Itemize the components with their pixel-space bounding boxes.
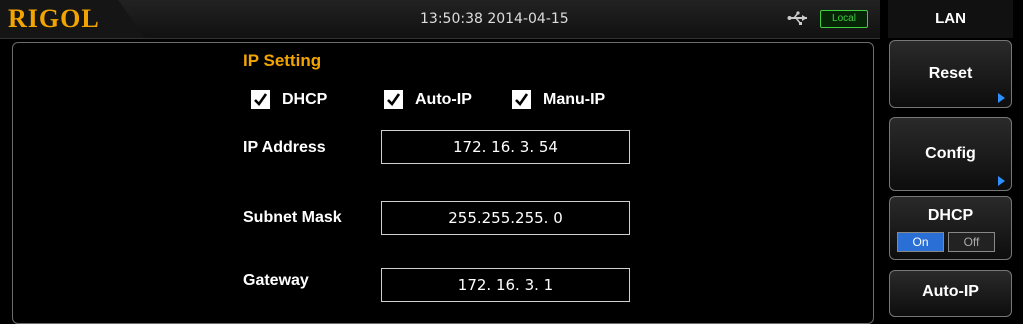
config-label: Config: [925, 145, 976, 162]
reset-softkey[interactable]: Reset: [889, 40, 1012, 108]
manu-ip-checkbox-label: Manu-IP: [543, 90, 606, 108]
dhcp-checkbox-label: DHCP: [282, 90, 328, 108]
ip-address-field[interactable]: 172. 16. 3. 54: [381, 130, 630, 164]
checkbox-checked-icon: [251, 90, 270, 109]
dhcp-toggle[interactable]: On Off: [889, 232, 1007, 252]
menu-title-lan: LAN: [888, 0, 1013, 38]
dhcp-off-option[interactable]: Off: [948, 232, 995, 252]
dhcp-checkbox[interactable]: DHCP: [251, 90, 327, 109]
auto-ip-checkbox[interactable]: Auto-IP: [384, 90, 472, 109]
usb-icon: [787, 9, 809, 27]
local-status-badge: Local: [820, 10, 868, 28]
reset-label: Reset: [928, 65, 973, 82]
ip-setting-title: IP Setting: [243, 51, 322, 70]
submenu-arrow-icon: [998, 176, 1005, 186]
datetime-display: 13:50:38 2014-04-15: [420, 11, 569, 27]
config-softkey[interactable]: Config: [889, 117, 1012, 191]
subnet-mask-field[interactable]: 255.255.255. 0: [381, 201, 630, 235]
auto-ip-softkey[interactable]: Auto-IP: [889, 270, 1012, 317]
manu-ip-checkbox[interactable]: Manu-IP: [512, 90, 605, 109]
auto-ip-checkbox-label: Auto-IP: [415, 90, 472, 108]
top-status-bar: RIGOL 13:50:38 2014-04-15 Local: [0, 0, 880, 39]
rigol-logo: RIGOL: [8, 4, 100, 33]
gateway-label: Gateway: [243, 272, 309, 289]
gateway-field[interactable]: 172. 16. 3. 1: [381, 268, 630, 302]
dhcp-on-option[interactable]: On: [897, 232, 944, 252]
submenu-arrow-icon: [998, 93, 1005, 103]
subnet-mask-label: Subnet Mask: [243, 209, 342, 226]
ip-address-label: IP Address: [243, 139, 326, 156]
dhcp-softkey-label: DHCP: [927, 207, 974, 224]
checkbox-checked-icon: [512, 90, 531, 109]
checkbox-checked-icon: [384, 90, 403, 109]
